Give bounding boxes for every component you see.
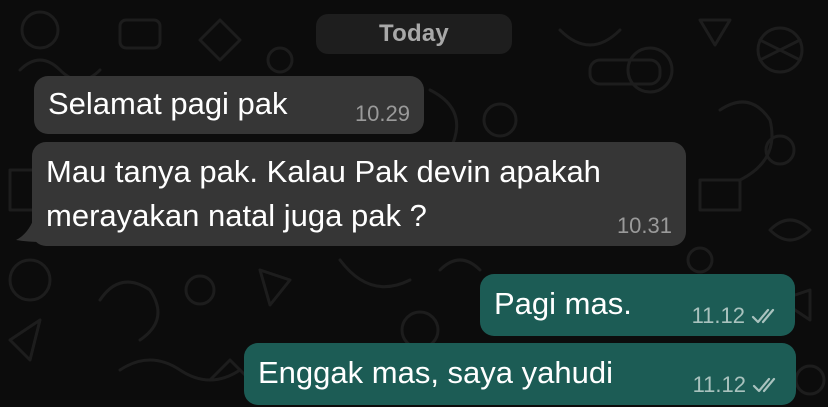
incoming-message-bubble[interactable]: Selamat pagi pak 10.29 [34,76,424,134]
message-time: 10.29 [354,101,410,126]
outgoing-message-bubble[interactable]: Pagi mas. 11.12 [480,274,795,336]
message-meta: 10.29 [355,102,410,126]
message-time: 11.12 [692,372,746,397]
message-meta: 11.12 [693,373,782,397]
date-separator: Today [316,14,512,54]
incoming-message-bubble[interactable]: Mau tanya pak. Kalau Pak devin apakah me… [32,142,686,246]
message-time: 11.12 [691,303,745,328]
message-text: Mau tanya pak. Kalau Pak devin apakah me… [46,154,601,233]
message-text: Pagi mas. [494,286,632,321]
message-meta: 10.31 [617,214,672,238]
double-check-icon [751,306,781,326]
double-check-icon [752,375,782,395]
chat-view[interactable]: Today Selamat pagi pak 10.29 Mau tanya p… [0,0,828,407]
message-text: Enggak mas, saya yahudi [258,355,613,390]
message-time: 10.31 [616,213,672,238]
outgoing-message-bubble[interactable]: Enggak mas, saya yahudi 11.12 [244,343,796,405]
message-text: Selamat pagi pak [48,86,288,121]
message-meta: 11.12 [692,304,781,328]
